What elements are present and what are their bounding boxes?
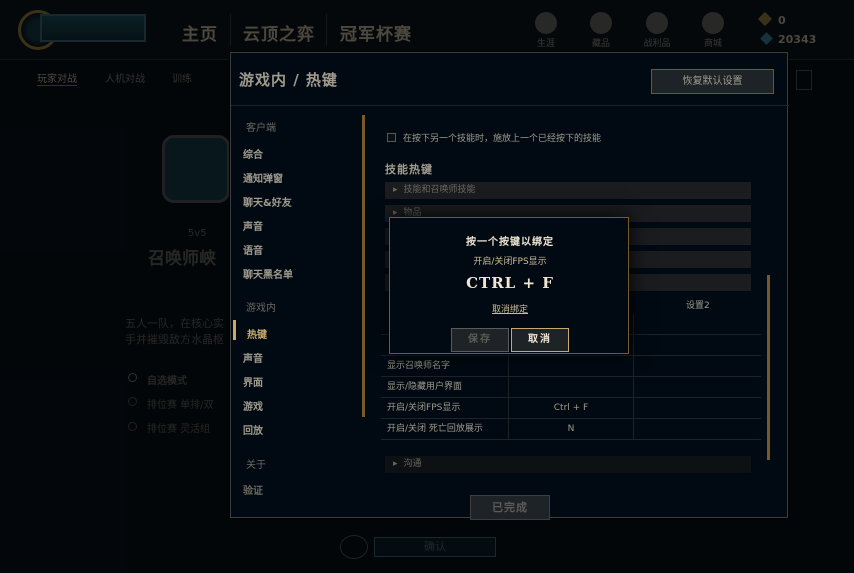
- bind-key-dialog: 按一个按键以绑定 开启/关闭FPS显示 CTRL + F 取消绑定 保存 取消: [389, 217, 629, 354]
- key1-cell[interactable]: N: [508, 419, 633, 440]
- settings-title: 游戏内 / 热键: [239, 71, 338, 89]
- content-scrollbar[interactable]: [767, 275, 770, 460]
- sidebar-item-verify[interactable]: 验证: [243, 482, 263, 497]
- sidebar-item-replays[interactable]: 回放: [243, 422, 263, 437]
- sidebar-item-ingame-sound[interactable]: 声音: [243, 350, 263, 365]
- hotkey-row: 显示召唤师名字: [381, 356, 761, 377]
- cancel-button[interactable]: 取消: [511, 328, 569, 352]
- sidebar-item-general[interactable]: 综合: [243, 146, 263, 161]
- sidebar-item-block-list[interactable]: 聊天黑名单: [243, 266, 293, 281]
- sidebar-item-hotkeys[interactable]: 热键: [247, 326, 267, 341]
- key1-cell[interactable]: [508, 377, 633, 398]
- quick-cast-checkbox[interactable]: [387, 133, 396, 142]
- sidebar-item-notifications[interactable]: 通知弹窗: [243, 170, 283, 185]
- hotkey-row: 显示/隐藏用户界面: [381, 377, 761, 398]
- bind-key-combo: CTRL + F: [466, 274, 554, 292]
- triangle-right-icon: ▸: [393, 185, 398, 195]
- sidebar-item-chat-friends[interactable]: 聊天&好友: [243, 194, 292, 209]
- title-divider: [231, 105, 789, 106]
- key2-cell[interactable]: [633, 335, 761, 356]
- key2-cell[interactable]: [633, 314, 761, 335]
- key2-cell[interactable]: [633, 398, 761, 419]
- key2-cell[interactable]: [633, 356, 761, 377]
- active-indicator: [233, 320, 236, 340]
- bind-dialog-title: 按一个按键以绑定: [466, 237, 554, 248]
- key2-cell[interactable]: [633, 419, 761, 440]
- hotkey-row: 开启/关闭 死亡回放展示 N: [381, 419, 761, 440]
- collapse-abilities[interactable]: ▸ 技能和召唤师技能: [385, 182, 751, 199]
- key1-cell[interactable]: [508, 356, 633, 377]
- sidebar-scrollbar[interactable]: [362, 115, 365, 417]
- section-title: 技能热键: [385, 163, 433, 176]
- save-button[interactable]: 保存: [451, 328, 509, 352]
- triangle-right-icon: ▸: [393, 459, 398, 469]
- sidebar-group-about: 关于: [246, 460, 266, 471]
- sidebar-item-sound[interactable]: 声音: [243, 218, 263, 233]
- sidebar-group-client: 客户端: [246, 123, 276, 134]
- key2-cell[interactable]: [633, 377, 761, 398]
- sidebar-group-ingame: 游戏内: [246, 303, 276, 314]
- bind-action-name: 开启/关闭FPS显示: [473, 257, 547, 267]
- restore-defaults-button[interactable]: 恢复默认设置: [651, 69, 774, 94]
- sidebar-item-voice[interactable]: 语音: [243, 242, 263, 257]
- hotkey-row: 开启/关闭FPS显示 Ctrl + F: [381, 398, 761, 419]
- quick-cast-label: 在按下另一个技能时，施放上一个已经按下的技能: [403, 134, 602, 144]
- column-header-key2: 设置2: [686, 301, 710, 311]
- sidebar-item-game[interactable]: 游戏: [243, 398, 263, 413]
- key1-cell[interactable]: Ctrl + F: [508, 398, 633, 419]
- done-button[interactable]: 已完成: [470, 495, 550, 520]
- sidebar-item-interface[interactable]: 界面: [243, 374, 263, 389]
- unbind-link[interactable]: 取消绑定: [390, 302, 630, 315]
- collapse-communication[interactable]: ▸ 沟通: [385, 456, 751, 473]
